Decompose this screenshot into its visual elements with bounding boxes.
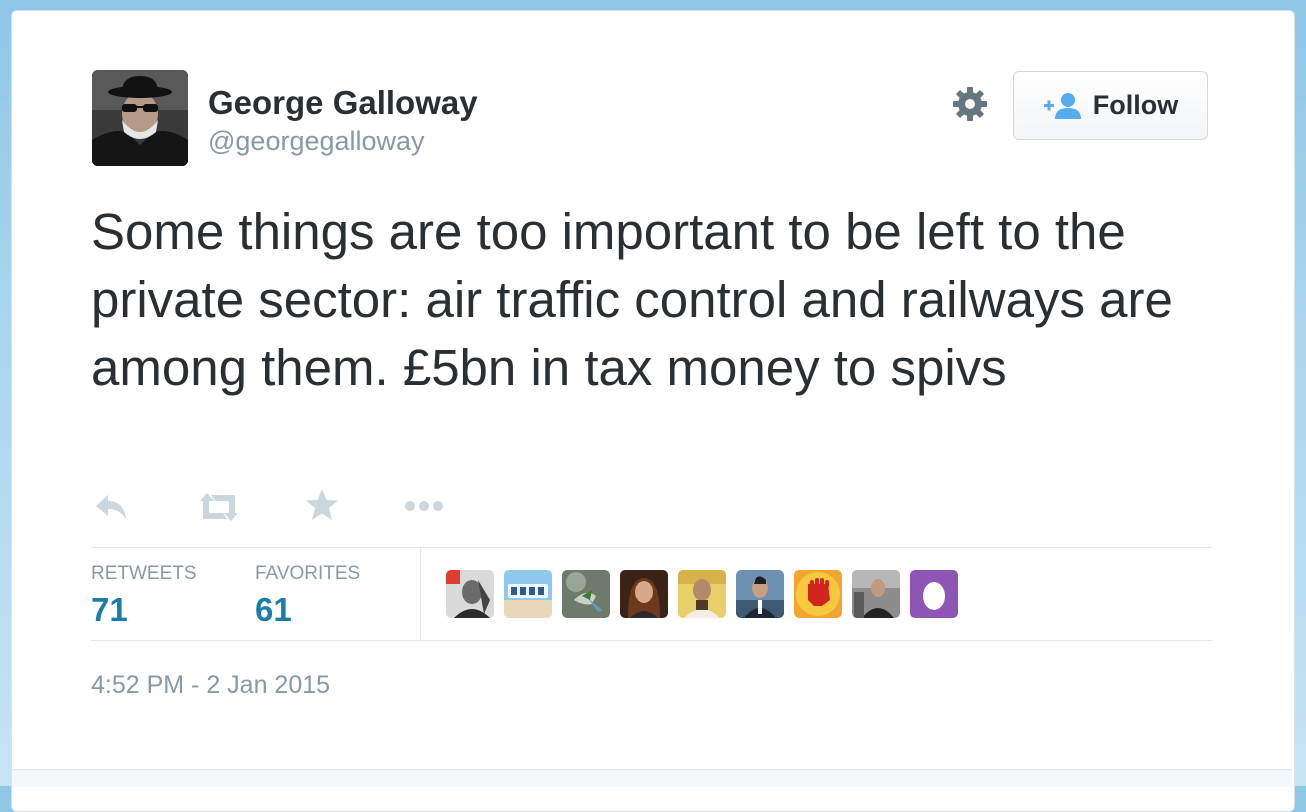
favoriter-avatar[interactable] [794,570,842,618]
more-icon[interactable] [403,494,445,523]
card-footer [12,769,1292,787]
follow-button[interactable]: Follow [1013,71,1208,140]
author-avatar[interactable] [92,70,188,166]
retweet-icon[interactable] [197,489,241,530]
author-name[interactable]: George Galloway [208,84,478,122]
tweet-timestamp[interactable]: 4:52 PM - 2 Jan 2015 [91,671,330,700]
favorites-count[interactable]: 61 [255,591,292,629]
star-icon[interactable] [304,487,340,528]
retweets-label[interactable]: RETWEETS [91,563,197,585]
favoriter-avatar[interactable] [852,570,900,618]
favoriter-avatar[interactable] [736,570,784,618]
favoriter-avatar[interactable] [678,570,726,618]
retweets-count[interactable]: 71 [91,591,128,629]
add-user-icon [1043,92,1081,119]
stats-divider-bottom [91,640,1212,641]
stats-divider-top [91,547,1212,548]
egg-avatar[interactable] [910,570,958,618]
follow-label: Follow [1092,90,1179,120]
tweet-text: Some things are too important to be left… [91,203,1173,396]
profile-photo [92,70,188,166]
favoriter-avatar[interactable] [504,570,552,618]
favorites-label[interactable]: FAVORITES [255,563,360,585]
favoriter-avatar[interactable] [446,570,494,618]
favoriter-avatar[interactable] [562,570,610,618]
stats-divider-vertical [420,548,421,640]
reply-icon[interactable] [92,489,128,530]
favoriter-avatar[interactable] [620,570,668,618]
author-handle[interactable]: @georgegalloway [208,126,425,157]
gear-icon[interactable] [950,84,990,124]
